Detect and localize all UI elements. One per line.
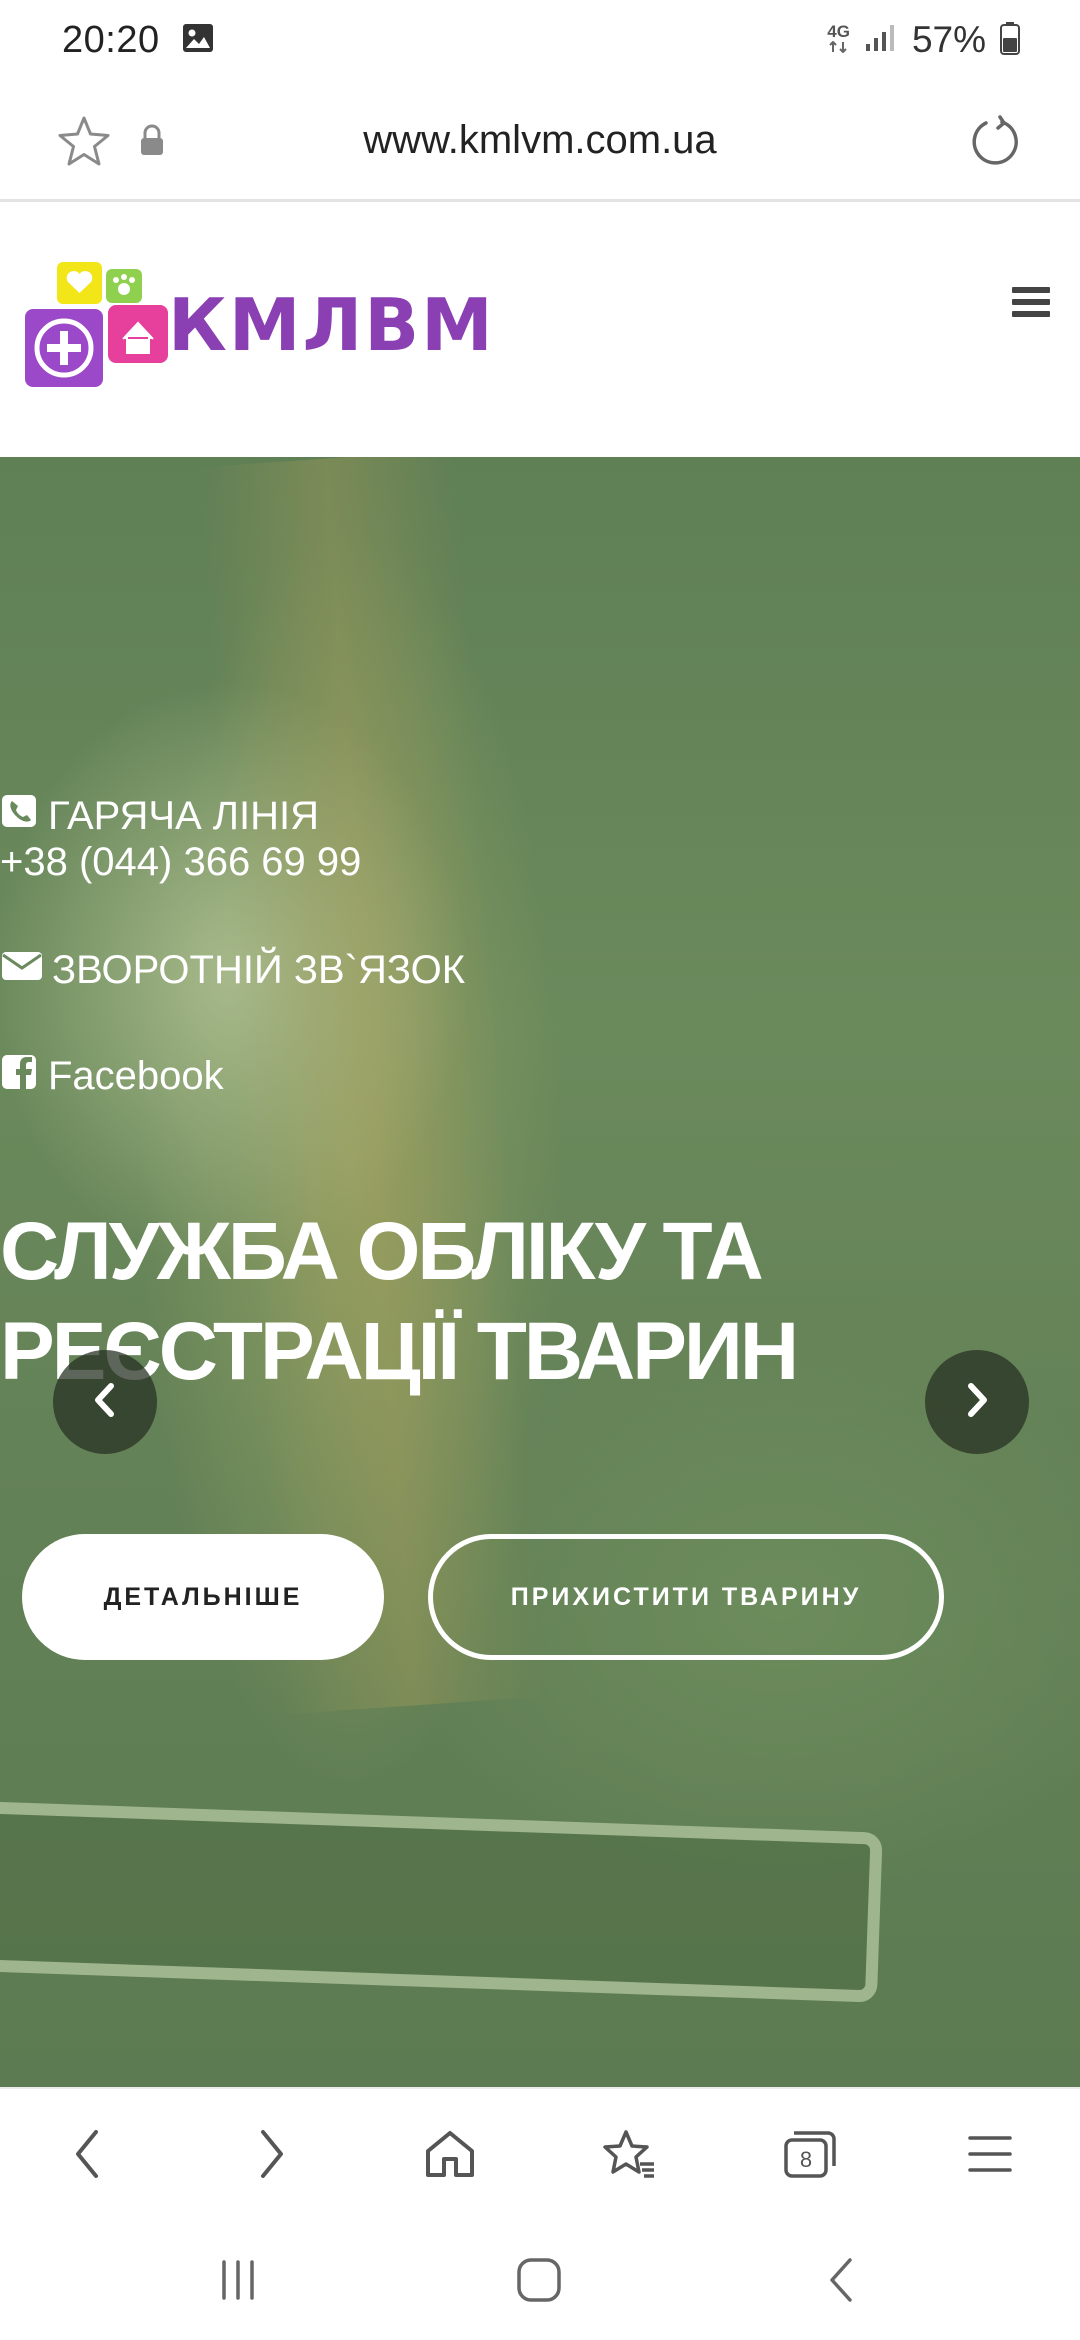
details-button[interactable]: ДЕТАЛЬНІШЕ — [22, 1534, 384, 1660]
status-left: 20:20 — [62, 19, 214, 62]
screen: 20:20 4G 57% www.kmlvm.com.ua КМЛВМ ГАРЯ… — [0, 0, 1080, 2340]
network-label: 4G — [827, 22, 850, 56]
hero-title-line1: СЛУЖБА ОБЛІКУ ТА — [0, 1206, 764, 1297]
facebook-icon — [0, 1052, 38, 1100]
facebook-label: Facebook — [48, 1053, 224, 1098]
logo-mark[interactable] — [22, 257, 172, 392]
system-back-icon[interactable] — [807, 2245, 877, 2315]
hero-banner: ГАРЯЧА ЛІНІЯ +38 (044) 366 69 99 ЗВОРОТН… — [0, 457, 1080, 2087]
hero-tablet-graphic — [0, 1801, 883, 2003]
chevron-right-icon — [962, 1380, 992, 1425]
battery-percent: 57% — [911, 19, 986, 60]
url-field[interactable]: www.kmlvm.com.ua — [0, 118, 1080, 163]
slider-prev-button[interactable] — [53, 1350, 157, 1454]
home-icon[interactable] — [415, 2119, 485, 2189]
reload-icon[interactable] — [966, 114, 1022, 175]
address-bar: www.kmlvm.com.ua — [0, 80, 1080, 202]
facebook-link[interactable]: Facebook — [0, 1052, 224, 1100]
hero-background-image — [196, 457, 544, 1715]
recents-icon[interactable] — [203, 2245, 273, 2315]
feedback-label: ЗВОРОТНІЙ ЗВ`ЯЗОК — [52, 947, 466, 992]
battery-icon — [1000, 21, 1020, 60]
envelope-icon — [0, 947, 44, 993]
hotline-phone[interactable]: +38 (044) 366 69 99 — [0, 840, 361, 885]
feedback-link[interactable]: ЗВОРОТНІЙ ЗВ`ЯЗОК — [0, 947, 465, 993]
system-navigation-bar — [0, 2217, 1080, 2340]
home-button-icon[interactable] — [504, 2245, 574, 2315]
status-time: 20:20 — [62, 18, 160, 61]
hotline-label: ГАРЯЧА ЛІНІЯ — [48, 793, 320, 838]
hamburger-menu-icon[interactable] — [1012, 287, 1052, 323]
browser-toolbar: 8 — [0, 2087, 1080, 2217]
network-type: 4G — [827, 22, 850, 41]
status-right: 4G 57% — [827, 19, 1020, 61]
back-icon[interactable] — [53, 2119, 123, 2189]
tabs-icon[interactable]: 8 — [775, 2119, 845, 2189]
logo-text[interactable]: КМЛВМ — [168, 283, 495, 367]
chevron-left-icon — [90, 1380, 120, 1425]
site-header: КМЛВМ — [0, 205, 1080, 457]
phone-icon — [0, 792, 40, 840]
protect-animal-button[interactable]: ПРИХИСТИТИ ТВАРИНУ — [428, 1534, 944, 1660]
forward-icon[interactable] — [236, 2119, 306, 2189]
status-bar: 20:20 4G 57% — [0, 0, 1080, 80]
signal-icon — [864, 23, 898, 58]
slider-next-button[interactable] — [925, 1350, 1029, 1454]
bookmarks-icon[interactable] — [595, 2119, 665, 2189]
menu-icon[interactable] — [955, 2119, 1025, 2189]
gallery-icon — [182, 23, 214, 58]
hotline-link[interactable]: ГАРЯЧА ЛІНІЯ — [0, 792, 319, 840]
tabs-count: 8 — [800, 2147, 812, 2172]
